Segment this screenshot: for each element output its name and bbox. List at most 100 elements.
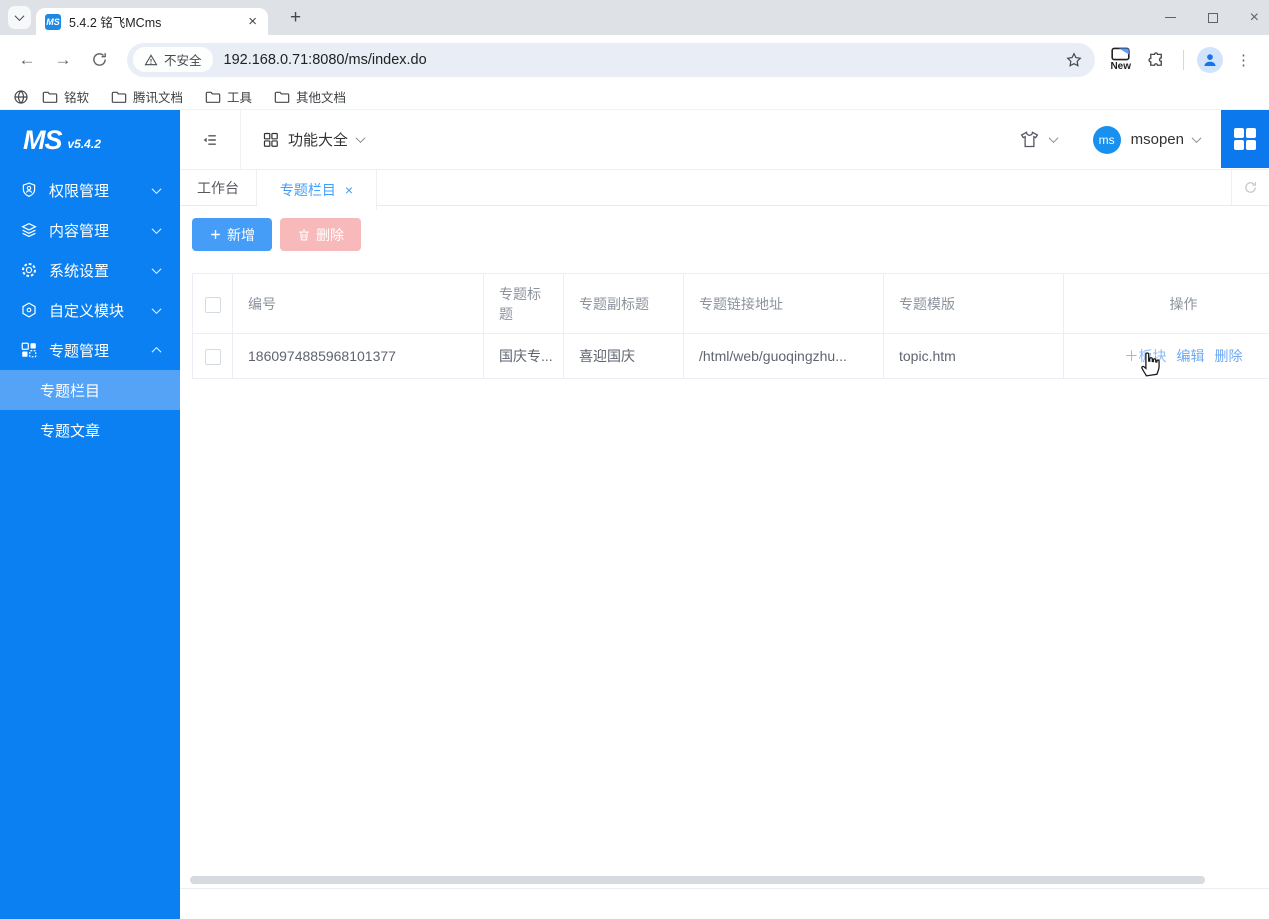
version-label: v5.4.2 [67,137,101,151]
tab-workbench[interactable]: 工作台 [180,170,257,205]
sidebar-item-topics[interactable]: 专题管理 [0,330,180,370]
browser-tab-strip: MS 5.4.2 铭飞MCms × + × [0,0,1269,35]
address-bar[interactable]: 不安全 192.168.0.71:8080/ms/index.do [127,42,1096,77]
person-icon [1204,53,1216,66]
browser-toolbar: ← → 不安全 192.168.0.71:8080/ms/index.do Ne… [0,35,1269,84]
app-header: 功能大全 ms msopen [180,109,1269,170]
sidebar-collapse-button[interactable] [180,109,241,170]
chevron-down-icon [1191,133,1202,144]
logo-text: MS [23,124,62,155]
new-tab-button[interactable]: + [283,5,308,30]
content-area: 新增 删除 编号 专题标题 专题副标题 专题链接地址 专题模版 操作 18609… [180,206,1269,919]
trash-icon [299,229,309,240]
add-button[interactable]: 新增 [192,218,272,251]
tshirt-icon [1020,131,1038,148]
folder-icon [205,91,221,103]
layers-icon [21,222,37,238]
browser-tab[interactable]: MS 5.4.2 铭飞MCms × [36,8,268,35]
sidebar-subitem-topic-columns[interactable]: 专题栏目 [0,370,180,410]
chevron-down-icon [151,303,162,314]
delete-link[interactable]: 删除 [1215,348,1243,364]
all-features-menu[interactable]: 功能大全 [241,129,385,150]
warning-icon [144,53,158,65]
gear-icon [22,263,36,277]
profile-avatar[interactable] [1197,46,1223,73]
sidebar-item-label: 系统设置 [49,262,110,280]
plus-icon [211,230,220,239]
sidebar-item-custom-modules[interactable]: 自定义模块 [0,290,180,330]
apps-grid-icon [263,132,278,147]
col-header-template: 专题模版 [883,273,1064,334]
toolbar-divider [1183,49,1184,70]
action-buttons: 新增 删除 [192,218,1269,251]
topics-table: 编号 专题标题 专题副标题 专题链接地址 专题模版 操作 18609748859… [192,273,1269,379]
folder-icon [274,91,290,103]
horizontal-scrollbar[interactable] [190,876,1205,884]
tab-label: 专题栏目 [279,182,336,198]
side-panel-button[interactable]: New [1110,47,1131,72]
sidebar-subitem-topic-articles[interactable]: 专题文章 [0,410,180,450]
col-header-actions: 操作 [1063,273,1269,334]
quick-apps-button[interactable] [1221,110,1269,168]
cell-id: 1860974885968101377 [232,333,484,379]
app-logo: MS v5.4.2 [0,110,180,170]
cell-actions: ＋板块编辑删除 [1063,333,1269,379]
tab-close-icon[interactable]: × [246,14,259,29]
bookmark-label: 铭软 [64,91,90,105]
sidebar-item-label: 专题管理 [49,342,110,360]
refresh-tab-button[interactable] [1231,170,1269,205]
sidebar-subitem-label: 专题栏目 [40,382,101,400]
bookmark-star-icon[interactable] [1065,51,1083,69]
col-header-link: 专题链接地址 [683,273,884,334]
tab-close-icon[interactable]: × [345,182,353,198]
bookmark-item[interactable]: 工具 [205,87,252,106]
theme-switcher[interactable] [1019,129,1059,150]
bookmark-item[interactable]: 腾讯文档 [111,87,183,106]
edit-link[interactable]: 编辑 [1177,348,1205,364]
refresh-icon [1245,182,1256,193]
minimize-button[interactable] [1164,17,1176,18]
select-all-checkbox[interactable] [204,296,221,313]
main-panel: 功能大全 ms msopen 工作台 专题栏目 × 新增 删除 编号 专题标题 … [180,109,1269,919]
chevron-down-icon [1048,133,1059,144]
url-text[interactable]: 192.168.0.71:8080/ms/index.do [224,52,1066,68]
browser-menu-button[interactable]: ⋮ [1227,51,1260,69]
back-button[interactable]: ← [12,45,42,75]
bookmark-label: 腾讯文档 [133,91,184,105]
tab-topic-columns[interactable]: 专题栏目 × [257,170,377,210]
username-label: msopen [1130,131,1184,148]
content-divider [180,888,1269,889]
close-window-button[interactable]: × [1250,9,1259,26]
table-header-row: 编号 专题标题 专题副标题 专题链接地址 专题模版 操作 [192,273,1269,334]
mcms-app: MS v5.4.2 权限管理 内容管理 系统设置 自定义模块 专题管理 专题栏目… [0,109,1269,919]
sidebar-subitem-label: 专题文章 [40,422,101,440]
side-panel-new-icon [1111,47,1130,61]
folder-icon [111,91,127,103]
user-menu[interactable]: msopen [1130,131,1202,148]
chevron-up-icon [151,346,162,357]
bookmark-item[interactable]: 铭软 [42,87,89,106]
sidebar-item-settings[interactable]: 系统设置 [0,250,180,290]
extensions-button[interactable] [1141,45,1171,75]
chevron-down-icon [14,11,25,22]
bookmark-item[interactable]: 其他文档 [274,87,346,106]
sidebar-item-permissions[interactable]: 权限管理 [0,170,180,210]
table-row: 1860974885968101377 国庆专... 喜迎国庆 /html/we… [192,333,1269,379]
browser-tab-title: 5.4.2 铭飞MCms [69,16,162,30]
delete-button[interactable]: 删除 [280,218,361,251]
bookmark-label: 工具 [227,91,253,105]
white-grid-icon [1234,128,1256,150]
forward-button[interactable]: → [48,45,78,75]
sidebar-item-content[interactable]: 内容管理 [0,210,180,250]
col-header-title: 专题标题 [483,273,564,334]
shield-icon [22,182,36,198]
security-chip[interactable]: 不安全 [133,47,213,72]
row-checkbox[interactable] [204,348,221,365]
cell-link: /html/web/guoqingzhu... [683,333,884,379]
tab-search-button[interactable] [8,6,31,29]
reload-button[interactable] [84,45,114,75]
user-avatar[interactable]: ms [1092,125,1121,154]
maximize-button[interactable] [1207,12,1218,23]
globe-icon[interactable] [13,89,29,105]
puzzle-icon [1148,51,1162,66]
